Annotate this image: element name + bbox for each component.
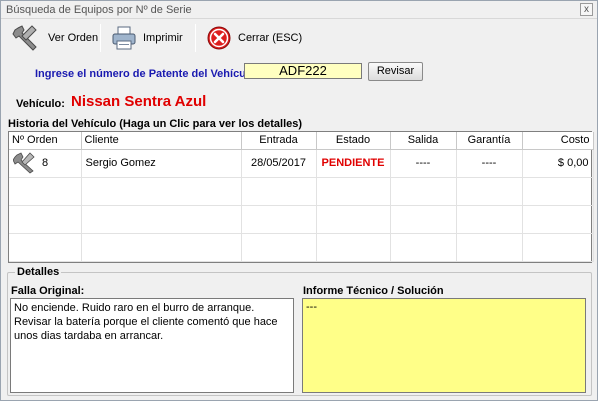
revisar-button[interactable]: Revisar [368,62,423,81]
col-header-garantia[interactable]: Garantía [456,132,523,150]
falla-textarea[interactable]: No enciende. Ruido raro en el burro de a… [10,298,294,393]
empty-row [9,177,594,206]
vehiculo-label: Vehículo: [16,98,65,110]
col-header-entrada[interactable]: Entrada [241,132,317,150]
col-header-salida[interactable]: Salida [390,132,457,150]
costo-cell: $ 0,00 [522,149,594,178]
cliente-cell: Sergio Gomez [81,149,242,178]
toolbar: Ver Orden Imprimir Cerrar (ESC) [2,20,596,56]
empty-row [9,233,594,262]
ver-orden-label: Ver Orden [48,32,99,44]
title-bar: Búsqueda de Equipos por Nº de Serie x [1,1,597,19]
col-header-estado[interactable]: Estado [316,132,391,150]
falla-label: Falla Original: [11,285,85,297]
estado-cell: PENDIENTE [316,149,391,178]
toolbar-separator [100,24,101,52]
informe-textarea[interactable]: --- [302,298,586,393]
col-header-orden[interactable]: Nº Orden [9,132,82,150]
imprimir-button[interactable]: Imprimir [105,21,189,55]
col-header-costo[interactable]: Costo [522,132,594,150]
table-row[interactable]: 8 Sergio Gomez 28/05/2017 PENDIENTE ----… [9,149,594,178]
window: Búsqueda de Equipos por Nº de Serie x Ve… [0,0,598,401]
toolbar-separator [195,24,196,52]
informe-label: Informe Técnico / Solución [303,285,444,297]
window-close-button[interactable]: x [580,3,593,16]
close-circle-icon [207,26,231,50]
historia-grid[interactable]: Nº Orden Cliente Entrada Estado Salida G… [8,131,594,263]
ver-orden-button[interactable]: Ver Orden [6,21,104,55]
salida-cell: ---- [390,149,457,178]
col-header-cliente[interactable]: Cliente [81,132,242,150]
garantia-cell: ---- [456,149,523,178]
vehiculo-value: Nissan Sentra Azul [71,93,207,110]
cerrar-button[interactable]: Cerrar (ESC) [200,21,308,55]
patente-input[interactable]: ADF222 [244,63,362,79]
orden-cell: 8 [9,149,82,178]
cerrar-label: Cerrar (ESC) [238,32,303,44]
orden-value: 8 [42,157,49,169]
patente-label: Ingrese el número de Patente del Vehícul… [35,68,260,80]
grid-header-row: Nº Orden Cliente Entrada Estado Salida G… [9,132,594,150]
wrench-icon [12,25,37,51]
entrada-cell: 28/05/2017 [241,149,317,178]
wrench-icon [13,152,35,174]
historia-label: Historia del Vehículo (Haga un Clic para… [8,118,303,130]
window-title: Búsqueda de Equipos por Nº de Serie [6,4,192,16]
detalles-group: Detalles Falla Original: No enciende. Ru… [7,266,592,396]
detalles-legend: Detalles [15,266,62,278]
imprimir-label: Imprimir [143,32,183,44]
printer-icon [112,26,136,50]
empty-row [9,205,594,234]
